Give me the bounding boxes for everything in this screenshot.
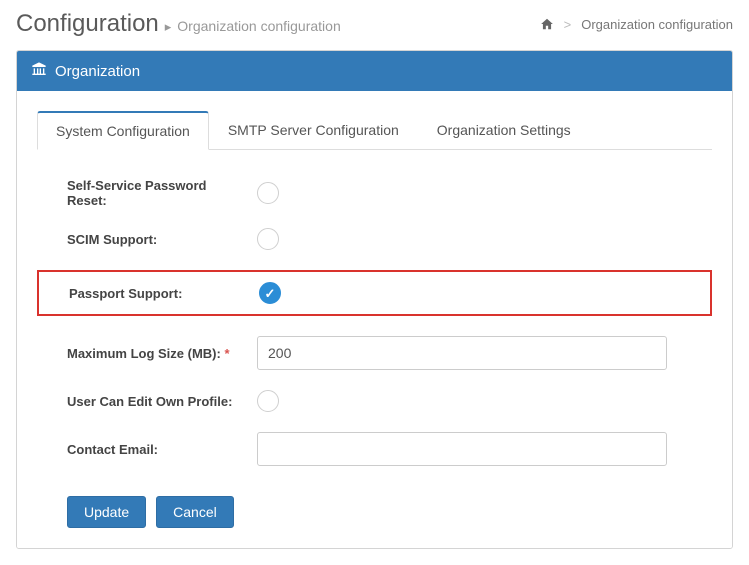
page-title: Configuration (16, 10, 159, 38)
input-max-log-size[interactable] (257, 336, 667, 370)
toggle-user-can-edit-own-profile[interactable] (257, 390, 279, 412)
row-passport-support-highlighted: Passport Support: (37, 270, 712, 316)
label-max-log-size: Maximum Log Size (MB): * (67, 346, 257, 361)
breadcrumb-separator: > (564, 17, 572, 32)
label-passport-support: Passport Support: (69, 286, 259, 301)
input-contact-email[interactable] (257, 432, 667, 466)
tab-organization-settings[interactable]: Organization Settings (418, 111, 590, 150)
toggle-passport-support[interactable] (259, 282, 281, 304)
chevron-right-icon: ▸ (165, 19, 172, 35)
toggle-scim-support[interactable] (257, 228, 279, 250)
home-icon[interactable] (540, 17, 554, 31)
page-subtitle: Organization configuration (177, 18, 340, 34)
tab-system-configuration[interactable]: System Configuration (37, 111, 209, 150)
cancel-button[interactable]: Cancel (156, 496, 234, 528)
tabs: System Configuration SMTP Server Configu… (37, 111, 712, 150)
update-button[interactable]: Update (67, 496, 146, 528)
breadcrumb-current: Organization configuration (581, 17, 733, 32)
label-self-service-password-reset: Self-Service Password Reset: (67, 178, 257, 208)
tab-smtp-server-configuration[interactable]: SMTP Server Configuration (209, 111, 418, 150)
label-scim-support: SCIM Support: (67, 232, 257, 247)
required-asterisk: * (224, 346, 229, 361)
panel-title: Organization (55, 63, 140, 80)
institution-icon (31, 61, 47, 81)
toggle-self-service-password-reset[interactable] (257, 182, 279, 204)
panel-header: Organization (17, 51, 732, 91)
breadcrumb: > Organization configuration (540, 17, 733, 32)
organization-panel: Organization System Configuration SMTP S… (16, 50, 733, 549)
label-contact-email: Contact Email: (67, 442, 257, 457)
label-user-can-edit-own-profile: User Can Edit Own Profile: (67, 394, 257, 409)
